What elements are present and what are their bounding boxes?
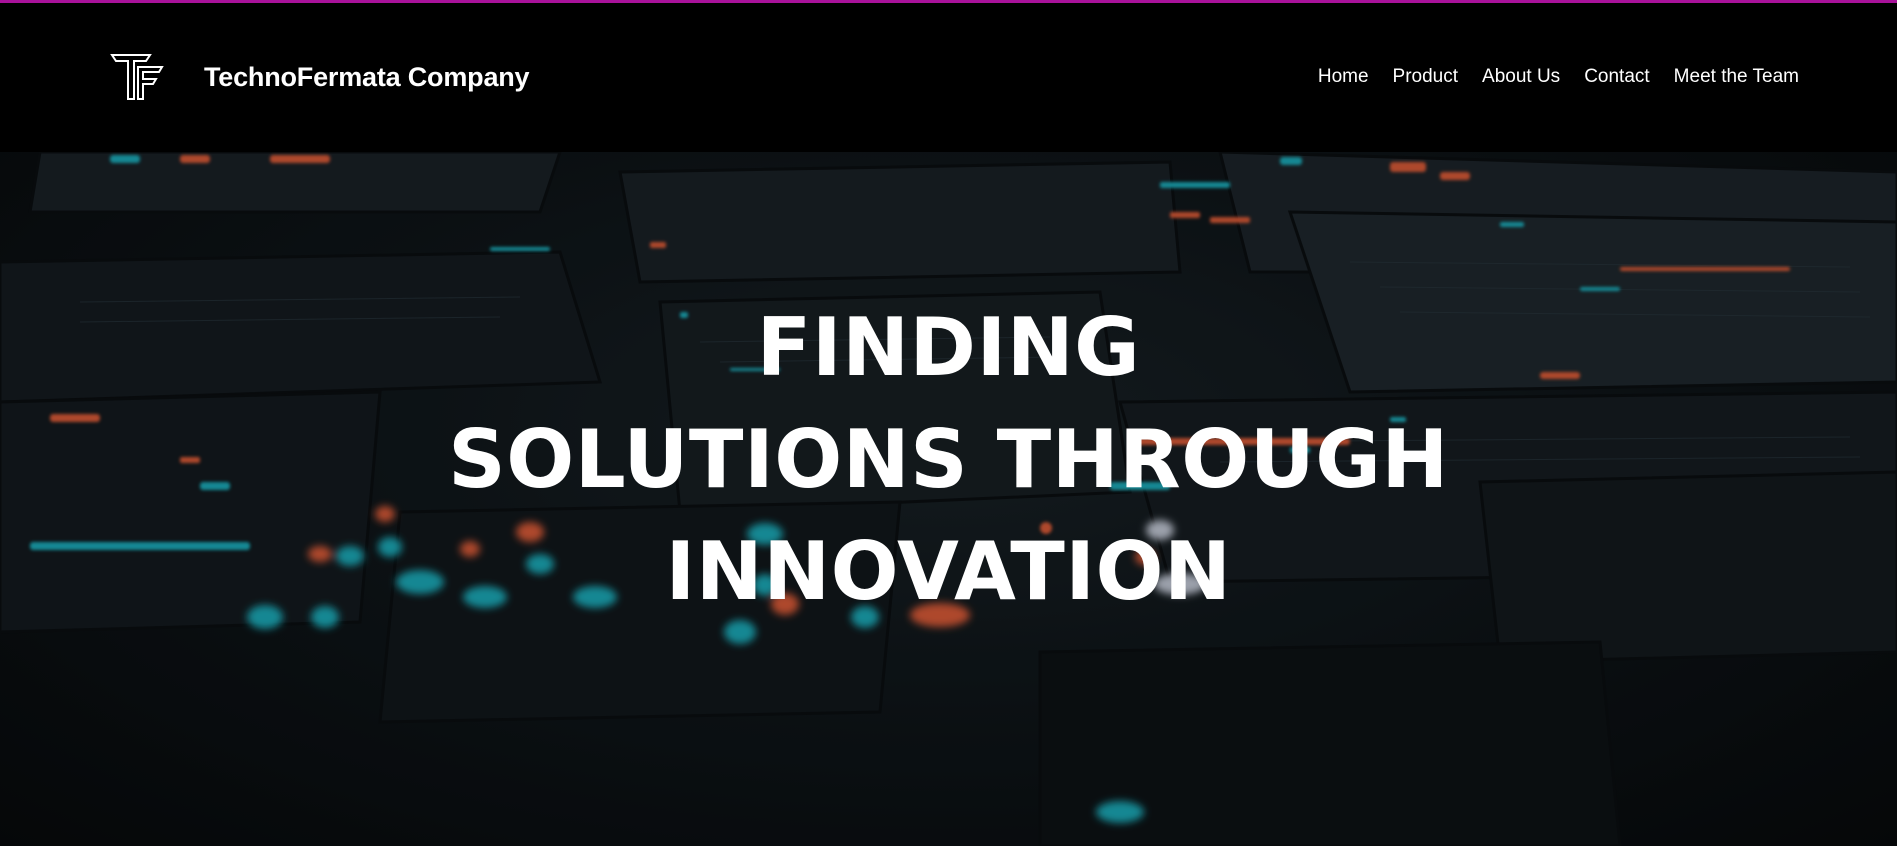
hero-section: FINDING SOLUTIONS THROUGH INNOVATION xyxy=(0,152,1897,846)
nav-link-product[interactable]: Product xyxy=(1393,66,1458,88)
nav-link-about-us[interactable]: About Us xyxy=(1482,66,1560,88)
brand[interactable]: TechnoFermata Company xyxy=(110,53,530,101)
tf-monogram-logo-icon xyxy=(110,54,164,100)
hero-headline: FINDING SOLUTIONS THROUGH INNOVATION xyxy=(0,292,1897,628)
site-header: TechnoFermata Company Home Product About… xyxy=(0,3,1897,152)
hero-headline-line-2: SOLUTIONS THROUGH xyxy=(448,413,1449,506)
nav-link-contact[interactable]: Contact xyxy=(1584,66,1649,88)
nav-link-meet-the-team[interactable]: Meet the Team xyxy=(1674,66,1799,88)
hero-headline-line-3: INNOVATION xyxy=(665,525,1232,618)
brand-name[interactable]: TechnoFermata Company xyxy=(204,62,530,93)
main-nav: Home Product About Us Contact Meet the T… xyxy=(1318,66,1799,88)
nav-link-home[interactable]: Home xyxy=(1318,66,1369,88)
hero-headline-line-1: FINDING xyxy=(756,301,1141,394)
